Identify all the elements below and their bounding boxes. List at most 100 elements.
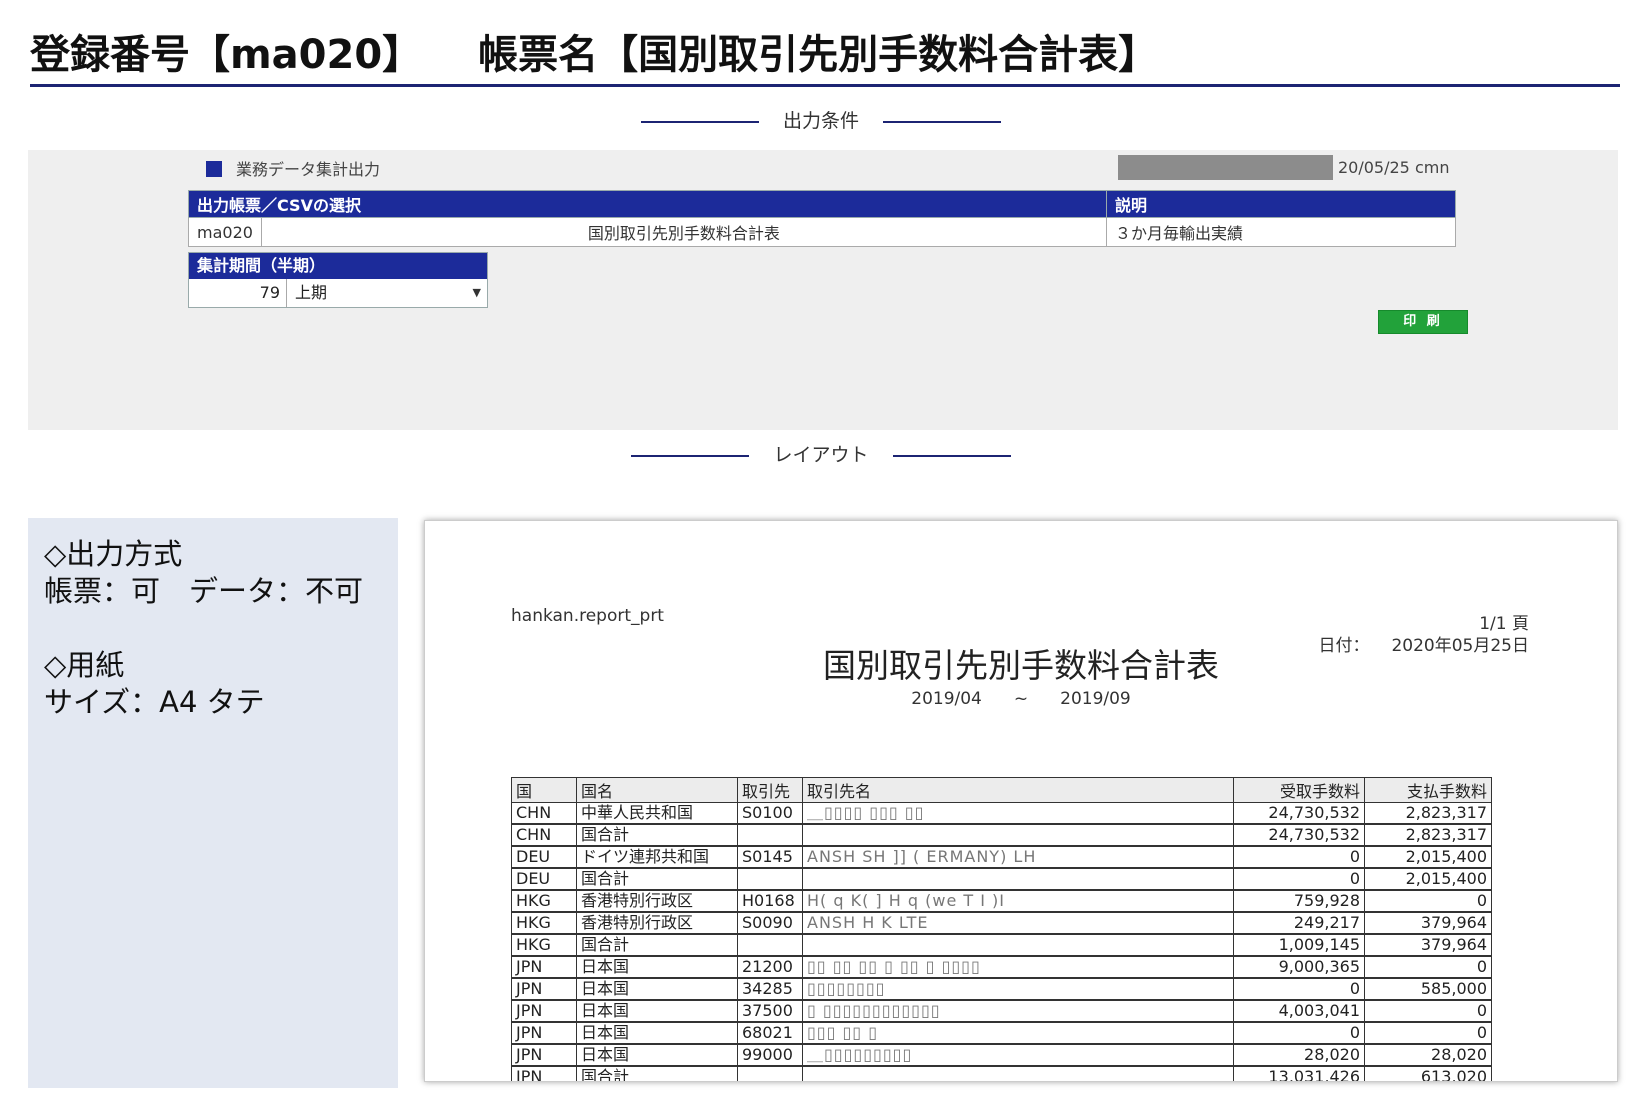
partner-name-cell: ＿▯▯▯▯ ▯▯▯ ▯▯	[802, 802, 1234, 825]
table-row: JPN 日本国 68021 ▯▯▯ ▯▯ ▯ 0 0	[511, 1022, 1492, 1045]
divider	[631, 454, 750, 457]
country-code-cell: DEU	[511, 868, 577, 891]
country-name-cell: 国合計	[576, 868, 738, 891]
masked-field	[1118, 155, 1333, 180]
partner-code-cell: 34285	[737, 978, 803, 1001]
country-code-cell: JPN	[511, 1066, 577, 1081]
table-row: JPN 日本国 34285 ▯▯▯▯▯▯▯▯ 0 585,000	[511, 978, 1492, 1001]
partner-code-cell: H0168	[737, 890, 803, 913]
paid-fee-cell: 2,015,400	[1364, 846, 1492, 869]
description-header: 説明	[1105, 190, 1457, 218]
partner-code-cell: S0145	[737, 846, 803, 869]
period-header: 集計期間（半期）	[189, 253, 487, 279]
partner-code-cell: 37500	[737, 1000, 803, 1023]
received-fee-cell: 4,003,041	[1233, 1000, 1365, 1023]
country-code-cell: JPN	[511, 956, 577, 979]
table-row: CHN 中華人民共和国 S0100 ＿▯▯▯▯ ▯▯▯ ▯▯ 24,730,532 2,8…	[511, 802, 1492, 825]
partner-name-cell: ANSH SH ]] ( ERMANY) LH	[802, 846, 1234, 869]
table-row: JPN 国合計 13,031,426 613,020	[511, 1066, 1492, 1081]
partner-code-cell: 68021	[737, 1022, 803, 1045]
received-fee-cell: 1,009,145	[1233, 934, 1365, 957]
table-row: JPN 日本国 99000 ＿▯▯▯▯▯▯▯▯▯ 28,020 28,020	[511, 1044, 1492, 1067]
received-fee-cell: 24,730,532	[1233, 802, 1365, 825]
col-partner-name: 取引先名	[802, 777, 1234, 803]
country-name-cell: 日本国	[576, 1044, 738, 1067]
country-code-cell: DEU	[511, 846, 577, 869]
report-name: 帳票名【国別取引先別手数料合計表】	[478, 32, 1159, 78]
received-fee-cell: 0	[1233, 846, 1365, 869]
paper-value: サイズ：A4 タテ	[44, 685, 265, 719]
partner-name-cell: ▯▯ ▯▯ ▯▯ ▯ ▯▯ ▯ ▯▯▯▯	[802, 956, 1234, 979]
paper-title: ◇用紙	[44, 648, 125, 682]
received-fee-cell: 24,730,532	[1233, 824, 1365, 847]
country-code-cell: JPN	[511, 1022, 577, 1045]
received-fee-cell: 0	[1233, 978, 1365, 1001]
paid-fee-cell: 379,964	[1364, 912, 1492, 935]
report-title: 国別取引先別手数料合計表	[823, 646, 1219, 685]
country-name-cell: 香港特別行政区	[576, 890, 738, 913]
partner-name-cell: ▯▯▯▯▯▯▯▯	[802, 978, 1234, 1001]
paid-fee-cell: 2,823,317	[1364, 824, 1492, 847]
received-fee-cell: 249,217	[1233, 912, 1365, 935]
commission-table: 国 国名 取引先 取引先名 受取手数料 支払手数料 CHN 中華人民共和国 S010…	[511, 777, 1492, 1081]
selected-report-row[interactable]: ma020 国別取引先別手数料合計表 ３か月毎輸出実績	[188, 217, 1457, 247]
period-number-input[interactable]: 79	[189, 279, 287, 307]
partner-name-cell	[802, 1066, 1234, 1081]
report-selection-table: 出力帳票／CSVの選択 説明 ma020 国別取引先別手数料合計表 ３か月毎輸出…	[188, 190, 1457, 247]
partner-name-cell	[802, 824, 1234, 847]
output-info-panel: ◇出力方式 帳票：可 データ：不可 ◇用紙 サイズ：A4 タテ	[28, 518, 398, 1088]
partner-code-cell	[737, 934, 803, 957]
paid-fee-cell: 2,015,400	[1364, 868, 1492, 891]
selection-header: 出力帳票／CSVの選択	[188, 190, 1107, 218]
layout-section-label: レイアウト	[0, 440, 1642, 470]
country-name-cell: 国合計	[576, 1066, 738, 1081]
paid-fee-cell: 613,020	[1364, 1066, 1492, 1081]
received-fee-cell: 0	[1233, 1022, 1365, 1045]
paid-fee-cell: 0	[1364, 1000, 1492, 1023]
table-row: DEU ドイツ連邦共和国 S0145 ANSH SH ]] ( ERMANY) LH…	[511, 846, 1492, 869]
partner-code-cell: 21200	[737, 956, 803, 979]
partner-code-cell	[737, 868, 803, 891]
table-row: DEU 国合計 0 2,015,400	[511, 868, 1492, 891]
divider	[892, 454, 1011, 457]
country-name-cell: 香港特別行政区	[576, 912, 738, 935]
country-code-cell: JPN	[511, 1000, 577, 1023]
period-box: 集計期間（半期） 79 上期 ▼	[188, 252, 488, 308]
output-method-title: ◇出力方式	[44, 537, 183, 571]
received-fee-cell: 28,020	[1233, 1044, 1365, 1067]
country-name-cell: 国合計	[576, 824, 738, 847]
table-row: HKG 香港特別行政区 S0090 ANSH H K LTE 249,217 379,9…	[511, 912, 1492, 935]
program-name: hankan.report_prt	[511, 606, 664, 626]
registration-number: 登録番号【ma020】	[30, 32, 423, 78]
table-row: JPN 日本国 37500 ▯ ▯▯▯▯▯▯▯▯▯▯▯▯ 4,003,041 0	[511, 1000, 1492, 1023]
country-name-cell: 日本国	[576, 956, 738, 979]
table-row: HKG 国合計 1,009,145 379,964	[511, 934, 1492, 957]
partner-name-cell: ▯▯▯ ▯▯ ▯	[802, 1022, 1234, 1045]
partner-name-cell	[802, 934, 1234, 957]
table-row: CHN 国合計 24,730,532 2,823,317	[511, 824, 1492, 847]
received-fee-cell: 13,031,426	[1233, 1066, 1365, 1081]
col-paid-fee: 支払手数料	[1364, 777, 1492, 803]
system-name: 業務データ集計出力	[206, 156, 380, 180]
col-received-fee: 受取手数料	[1233, 777, 1365, 803]
country-code-cell: HKG	[511, 890, 577, 913]
period-select[interactable]: 上期 ▼	[287, 279, 487, 307]
country-code-cell: CHN	[511, 802, 577, 825]
paid-fee-cell: 379,964	[1364, 934, 1492, 957]
divider	[640, 120, 759, 123]
conditions-section-label: 出力条件	[0, 106, 1642, 136]
print-button[interactable]: 印 刷	[1378, 310, 1468, 334]
country-name-cell: 中華人民共和国	[576, 802, 738, 825]
paid-fee-cell: 28,020	[1364, 1044, 1492, 1067]
report-preview: hankan.report_prt 1/1 頁 日付： 2020年05月25日 国…	[424, 520, 1618, 1082]
table-row: JPN 日本国 21200 ▯▯ ▯▯ ▯▯ ▯ ▯▯ ▯ ▯▯▯▯ 9,000,365…	[511, 956, 1492, 979]
partner-code-cell	[737, 1066, 803, 1081]
partner-name-cell: ANSH H K LTE	[802, 912, 1234, 935]
report-code[interactable]: ma020	[188, 217, 262, 247]
partner-name-cell: ＿▯▯▯▯▯▯▯▯▯	[802, 1044, 1234, 1067]
paid-fee-cell: 0	[1364, 890, 1492, 913]
partner-code-cell	[737, 824, 803, 847]
table-row: HKG 香港特別行政区 H0168 H( q K( ] H q (we T I )I 7…	[511, 890, 1492, 913]
report-name-cell[interactable]: 国別取引先別手数料合計表	[260, 217, 1107, 247]
country-name-cell: 日本国	[576, 1022, 738, 1045]
